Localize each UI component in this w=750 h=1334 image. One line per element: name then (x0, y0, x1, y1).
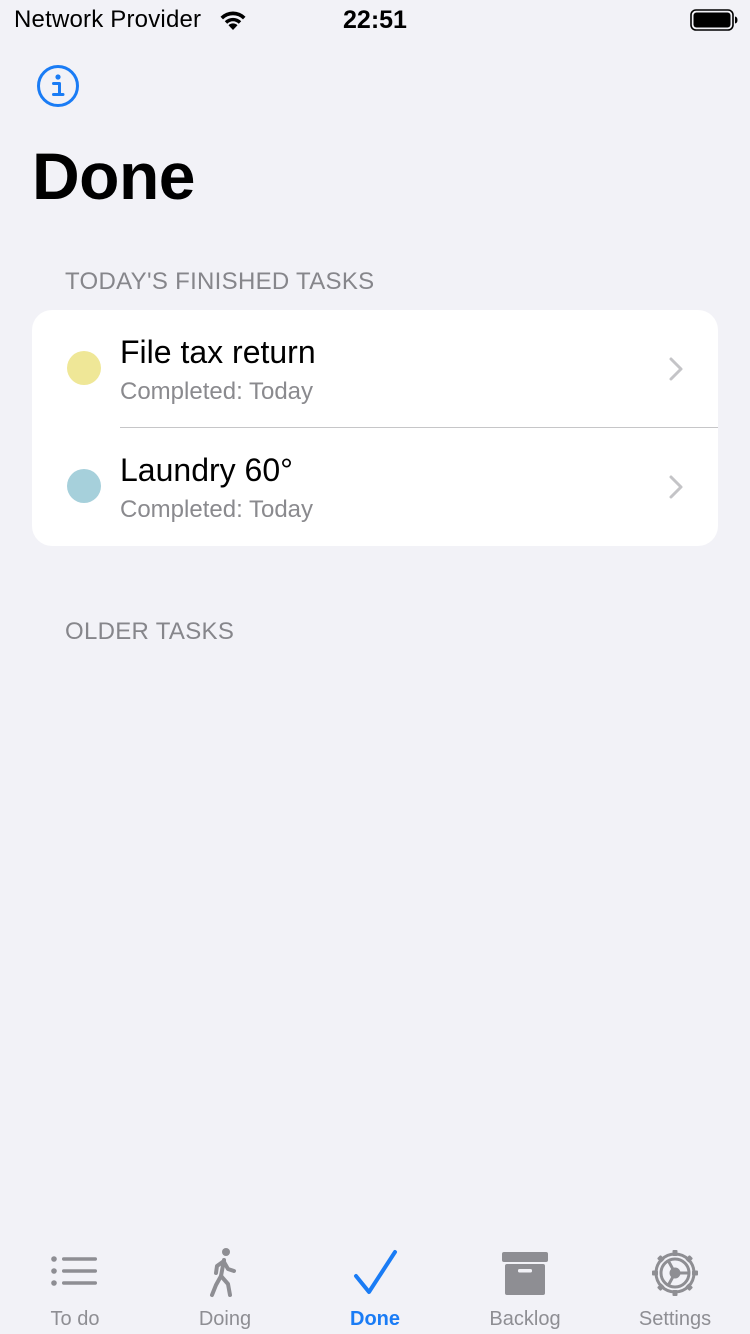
gear-icon (652, 1250, 698, 1296)
tab-bar: To do Doing Done Backlog Settings (0, 1236, 750, 1334)
task-subtitle: Completed: Today (120, 378, 314, 405)
task-list: File tax return Completed: Today Laundry… (32, 310, 718, 546)
status-bar: Network Provider 22:51 (0, 0, 750, 40)
task-subtitle: Completed: Today (120, 496, 314, 523)
list-item[interactable]: File tax return Completed: Today (32, 310, 718, 428)
section-header-older: OLDER TASKS (65, 618, 235, 645)
task-color-dot (67, 469, 101, 503)
task-title: Laundry 60° (120, 452, 293, 488)
page-title: Done (32, 139, 196, 213)
task-title: File tax return (120, 334, 316, 370)
walking-figure-icon (210, 1248, 236, 1297)
section-header-today: TODAY'S FINISHED TASKS (65, 268, 375, 295)
archive-box-icon (502, 1252, 548, 1295)
list-item[interactable]: Laundry 60° Completed: Today (32, 428, 718, 546)
chevron-right-icon (669, 357, 683, 381)
chevron-right-icon (669, 475, 683, 499)
list-icon (51, 1256, 97, 1286)
status-time: 22:51 (343, 6, 407, 34)
tab-backlog[interactable]: Backlog (450, 1236, 600, 1334)
battery-icon (690, 9, 738, 31)
tab-done[interactable]: Done (300, 1236, 450, 1334)
tab-label: To do (50, 1308, 100, 1330)
tab-label: Done (350, 1308, 400, 1330)
info-button[interactable] (35, 63, 81, 109)
tab-doing[interactable]: Doing (150, 1236, 300, 1334)
tab-label: Doing (198, 1308, 252, 1330)
task-color-dot (67, 351, 101, 385)
tab-to-do[interactable]: To do (0, 1236, 150, 1334)
checkmark-icon (354, 1250, 397, 1294)
tab-label: Settings (638, 1308, 712, 1330)
tab-label: Backlog (489, 1308, 561, 1330)
tab-settings[interactable]: Settings (600, 1236, 750, 1334)
